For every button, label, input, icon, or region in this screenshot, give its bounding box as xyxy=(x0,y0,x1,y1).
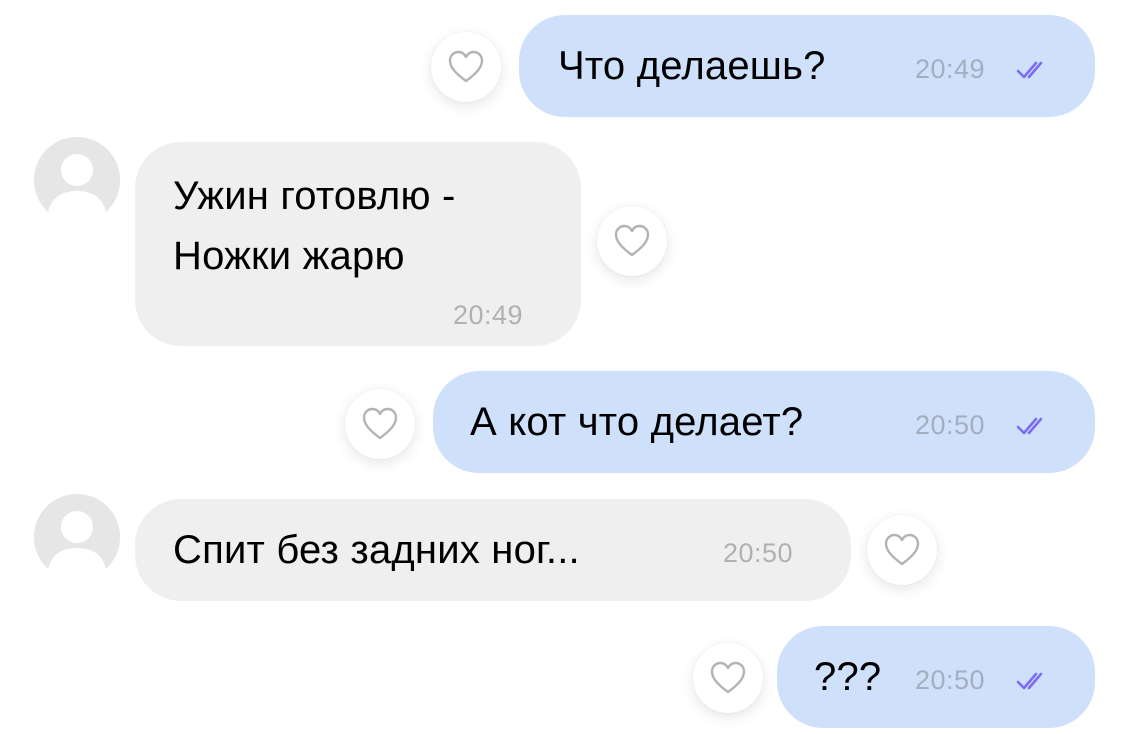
heart-outline-icon xyxy=(710,661,746,694)
message-timestamp: 20:49 xyxy=(915,54,986,84)
double-check-icon xyxy=(1016,417,1043,435)
default-avatar-icon xyxy=(34,137,120,223)
message-bubble-outgoing[interactable]: А кот что делает? 20:50 xyxy=(433,371,1095,473)
avatar[interactable] xyxy=(34,494,120,580)
message-timestamp: 20:50 xyxy=(915,410,986,440)
double-check-icon xyxy=(1016,672,1043,690)
message-bubble-outgoing[interactable]: ??? 20:50 xyxy=(777,626,1095,728)
reaction-heart-button[interactable] xyxy=(431,32,501,102)
double-check-icon xyxy=(1016,61,1043,79)
message-timestamp: 20:49 xyxy=(453,300,524,330)
heart-outline-icon xyxy=(884,533,920,566)
reaction-heart-button[interactable] xyxy=(345,389,415,459)
reaction-heart-button[interactable] xyxy=(867,515,937,585)
message-timestamp: 20:50 xyxy=(723,538,794,568)
message-bubble-incoming[interactable]: Спит без задних ног... 20:50 xyxy=(135,499,851,601)
message-text-line-1: Ужин готовлю - xyxy=(173,174,456,218)
default-avatar-icon xyxy=(34,494,120,580)
message-text: ??? xyxy=(814,655,882,699)
message-text: А кот что делает? xyxy=(470,400,804,444)
reaction-heart-button[interactable] xyxy=(597,206,667,276)
message-bubble-incoming[interactable]: Ужин готовлю - Ножки жарю 20:49 xyxy=(135,142,581,346)
message-text: Спит без задних ног... xyxy=(173,528,580,572)
message-text: Что делаешь? xyxy=(558,44,826,88)
heart-outline-icon xyxy=(362,407,398,440)
heart-outline-icon xyxy=(614,224,650,257)
message-timestamp: 20:50 xyxy=(915,665,986,695)
message-text-line-2: Ножки жарю xyxy=(173,234,405,278)
message-bubble-outgoing[interactable]: Что делаешь? 20:49 xyxy=(519,15,1095,117)
heart-outline-icon xyxy=(448,50,484,83)
reaction-heart-button[interactable] xyxy=(693,643,763,713)
avatar[interactable] xyxy=(34,137,120,223)
